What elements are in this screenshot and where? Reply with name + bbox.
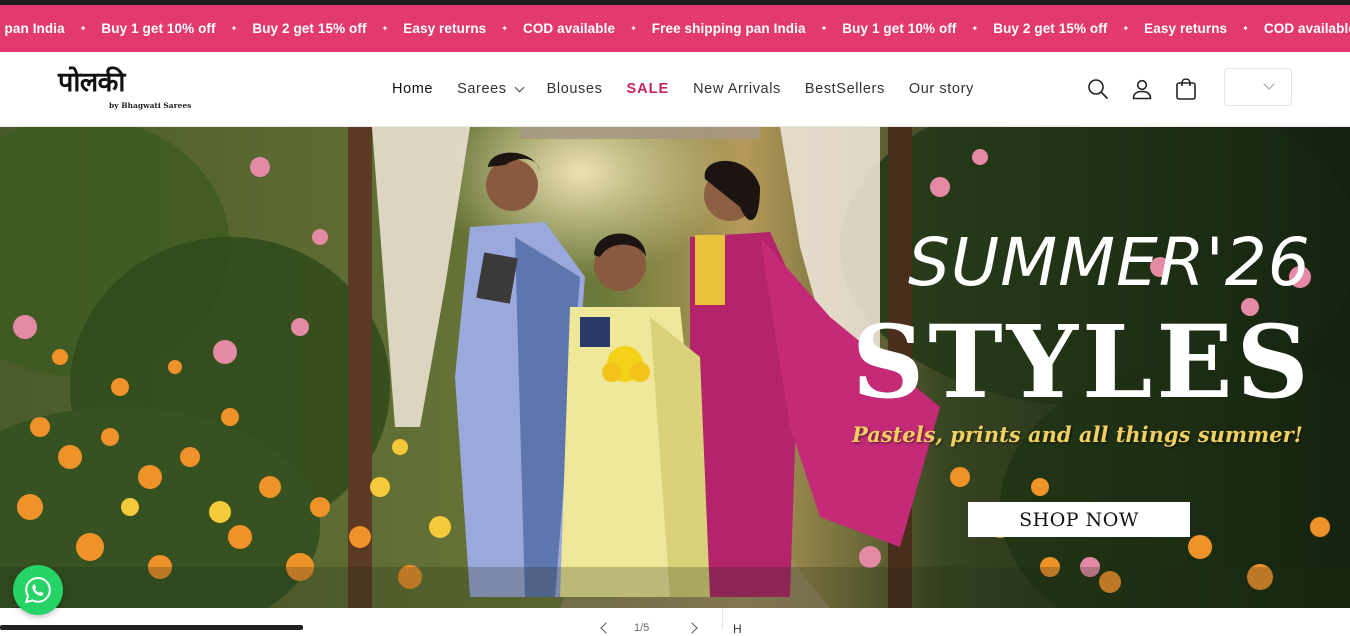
slide-progress-bar xyxy=(0,625,303,630)
chevron-down-icon xyxy=(514,82,525,92)
announcement-item: ng pan India xyxy=(0,21,65,36)
announcement-item: Buy 2 get 15% off xyxy=(993,21,1108,36)
sparkle-separator-icon: ✦ xyxy=(971,24,979,33)
section-divider xyxy=(722,608,723,630)
whatsapp-button[interactable] xyxy=(13,565,63,615)
slideshow-controls: 1/5 H xyxy=(0,608,1350,636)
hero-tagline: Pastels, prints and all things summer! xyxy=(852,422,1303,447)
sparkle-separator-icon: ✦ xyxy=(1242,24,1249,33)
announcement-item: Buy 1 get 10% off xyxy=(842,21,957,36)
section-heading-partial: H xyxy=(733,622,742,636)
chevron-down-icon xyxy=(1263,78,1275,90)
announcement-item: Easy returns xyxy=(403,21,487,36)
announcement-item: COD available xyxy=(1263,21,1350,36)
sparkle-separator-icon: ✦ xyxy=(381,24,389,33)
sparkle-separator-icon: ✦ xyxy=(501,24,508,33)
main-nav: Home Sarees Blouses SALE New Arrivals Be… xyxy=(392,52,998,126)
nav-new-arrivals[interactable]: New Arrivals xyxy=(693,81,781,97)
announcement-item: Buy 1 get 10% off xyxy=(101,21,216,36)
nav-sale[interactable]: SALE xyxy=(626,81,669,97)
announcement-bar: ng pan India ✦ Buy 1 get 10% off ✦ Buy 2 get… xyxy=(0,5,1350,52)
chevron-right-icon[interactable] xyxy=(686,622,698,634)
nav-blouses[interactable]: Blouses xyxy=(547,81,603,97)
nav-sarees[interactable]: Sarees xyxy=(457,81,525,97)
chevron-left-icon[interactable] xyxy=(600,622,612,634)
hero-title-line2: STYLES xyxy=(852,303,1313,421)
hero-banner: SUMMER'26 STYLES Pastels, prints and all… xyxy=(0,127,1350,608)
announcement-item: Buy 2 get 15% off xyxy=(252,21,367,36)
announcement-item: Free shipping pan India xyxy=(651,21,806,36)
logo-tagline: by Bhagwati Sarees xyxy=(109,101,192,110)
announcement-marquee: ng pan India ✦ Buy 1 get 10% off ✦ Buy 2 get… xyxy=(0,5,1350,52)
nav-home[interactable]: Home xyxy=(392,81,433,97)
sparkle-separator-icon: ✦ xyxy=(820,24,828,33)
announcement-item: Easy returns xyxy=(1144,21,1228,36)
slide-counter: 1/5 xyxy=(634,622,650,634)
nav-sarees-label: Sarees xyxy=(457,81,507,97)
cart-icon[interactable] xyxy=(1174,77,1198,101)
sparkle-separator-icon: ✦ xyxy=(230,24,238,33)
announcement-item: COD available xyxy=(522,21,616,36)
account-icon[interactable] xyxy=(1130,77,1154,101)
brand-logo[interactable]: पोलकी by Bhagwati Sarees xyxy=(58,67,198,115)
sparkle-separator-icon: ✦ xyxy=(79,24,87,33)
shop-now-button[interactable]: SHOP NOW xyxy=(968,502,1190,537)
whatsapp-icon xyxy=(24,576,51,604)
site-header: पोलकी by Bhagwati Sarees Home Sarees Blo… xyxy=(0,52,1350,127)
search-icon[interactable] xyxy=(1086,77,1110,101)
hero-title-line1: SUMMER'26 xyxy=(908,224,1311,301)
logo-wordmark: पोलकी xyxy=(58,67,125,98)
sparkle-separator-icon: ✦ xyxy=(630,24,637,33)
sparkle-separator-icon: ✦ xyxy=(1122,24,1130,33)
nav-bestsellers[interactable]: BestSellers xyxy=(805,81,885,97)
nav-our-story[interactable]: Our story xyxy=(909,81,974,97)
locale-selector[interactable] xyxy=(1224,68,1292,106)
